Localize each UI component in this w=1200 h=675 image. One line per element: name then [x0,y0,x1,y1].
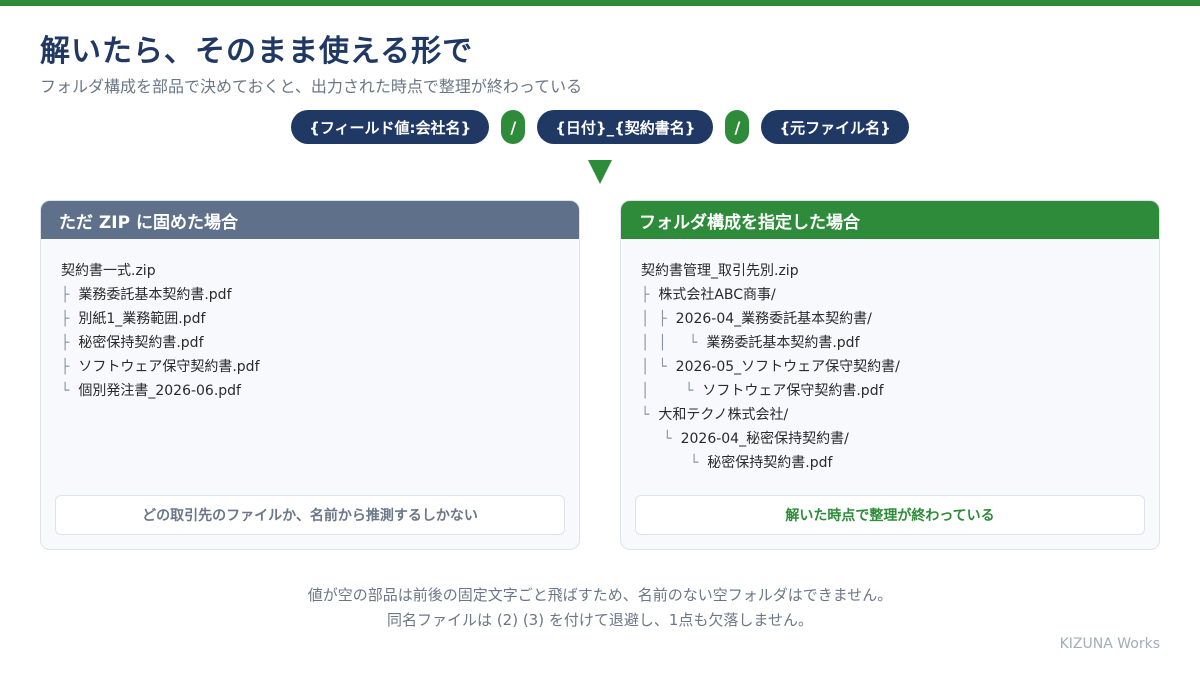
tree-item-name: 秘密保持契約書.pdf [78,335,204,351]
pattern-part-original-filename: {元ファイル名} [761,110,909,144]
tree-row: └ 大和テクノ株式会社/ [641,403,900,427]
tree-guide: ├ [61,287,79,303]
tree-item-name: 別紙1_業務範囲.pdf [78,311,206,327]
tree-row: 契約書管理_取引先別.zip [641,259,900,283]
panel-zip-only: ただ ZIP に固めた場合 契約書一式.zip ├ 業務委託基本契約書.pdf ├ … [40,200,580,550]
tree-guide: │ └ [641,359,676,375]
tree-guide: └ [641,455,708,471]
file-tree: 契約書管理_取引先別.zip ├ 株式会社ABC商事/│ ├ 2026-04_業務… [641,259,900,475]
panel-note: どの取引先のファイルか、名前から推測するしかない [55,495,565,535]
tree-item-name: 2026-05_ソフトウェア保守契約書/ [675,359,900,375]
tree-item-name: ソフトウェア保守契約書.pdf [702,383,884,399]
tree-guide: ├ [641,287,659,303]
tree-row: ├ ソフトウェア保守契約書.pdf [61,355,260,379]
top-accent-bar [0,0,1200,6]
pattern-part-company: {フィールド値:会社名} [291,110,490,144]
pattern-separator: / [725,110,750,144]
down-arrow-icon [588,160,612,184]
pattern-part-date-contract: {日付}_{契約書名} [537,110,714,144]
folder-pattern: {フィールド値:会社名} / {日付}_{契約書名} / {元ファイル名} [0,110,1200,144]
footer-note: 同名ファイルは (2) (3) を付けて退避し、1点も欠落しません。 [387,611,813,629]
tree-row: └ 個別発注書_2026-06.pdf [61,379,260,403]
pattern-separator: / [501,110,526,144]
tree-guide: │ └ [641,383,703,399]
tree-item-name: 大和テクノ株式会社/ [658,407,789,423]
tree-item-name: ソフトウェア保守契約書.pdf [78,359,260,375]
tree-guide: ├ [61,359,79,375]
tree-row: │ └ ソフトウェア保守契約書.pdf [641,379,900,403]
tree-guide: └ [61,383,79,399]
page-title: 解いたら、そのまま使える形で [40,34,474,69]
tree-row: │ └ 2026-05_ソフトウェア保守契約書/ [641,355,900,379]
panel-header: ただ ZIP に固めた場合 [41,201,579,239]
file-tree: 契約書一式.zip ├ 業務委託基本契約書.pdf ├ 別紙1_業務範囲.pdf ├ … [61,259,260,403]
tree-item-name: 2026-04_秘密保持契約書/ [680,431,849,447]
page-subtitle: フォルダ構成を部品で決めておくと、出力された時点で整理が終わっている [40,77,583,96]
tree-row: 契約書一式.zip [61,259,260,283]
tree-item-name: 2026-04_業務委託基本契約書/ [675,311,872,327]
tree-guide: ├ [61,311,79,327]
panel-folder-structure: フォルダ構成を指定した場合 契約書管理_取引先別.zip ├ 株式会社ABC商事/… [620,200,1160,550]
tree-row: └ 2026-04_秘密保持契約書/ [641,427,900,451]
tree-item-name: 業務委託基本契約書.pdf [706,335,860,351]
brand-label: KIZUNA Works [1059,636,1160,652]
tree-row: ├ 株式会社ABC商事/ [641,283,900,307]
tree-row: │ ├ 2026-04_業務委託基本契約書/ [641,307,900,331]
tree-guide: ├ [61,335,79,351]
tree-guide: └ [641,431,681,447]
tree-item-name: 個別発注書_2026-06.pdf [78,383,241,399]
tree-row: ├ 業務委託基本契約書.pdf [61,283,260,307]
tree-guide: │ │ └ [641,335,707,351]
tree-guide: │ ├ [641,311,676,327]
tree-item-name: 株式会社ABC商事/ [658,287,776,303]
panel-header: フォルダ構成を指定した場合 [621,201,1159,239]
tree-guide: └ [641,407,659,423]
panel-note: 解いた時点で整理が終わっている [635,495,1145,535]
tree-row: ├ 秘密保持契約書.pdf [61,331,260,355]
tree-row: └ 秘密保持契約書.pdf [641,451,900,475]
tree-item-name: 秘密保持契約書.pdf [707,455,833,471]
tree-item-name: 業務委託基本契約書.pdf [78,287,232,303]
tree-row: ├ 別紙1_業務範囲.pdf [61,307,260,331]
footer-note: 値が空の部品は前後の固定文字ごと飛ばすため、名前のない空フォルダはできません。 [307,586,893,604]
tree-item-name: 契約書管理_取引先別.zip [641,263,799,279]
tree-item-name: 契約書一式.zip [61,263,156,279]
tree-row: │ │ └ 業務委託基本契約書.pdf [641,331,900,355]
